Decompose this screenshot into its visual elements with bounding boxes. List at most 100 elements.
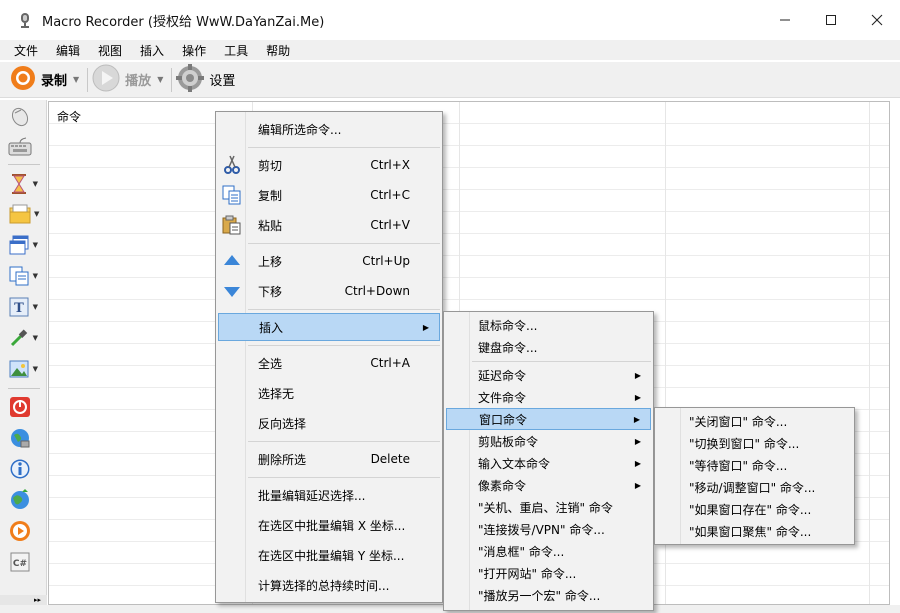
menu-item-batch-edit-y[interactable]: 在选区中批量编辑 Y 坐标... xyxy=(218,541,440,569)
menu-item-label: 批量编辑延迟选择... xyxy=(258,488,366,503)
grid-column-line xyxy=(869,102,870,604)
close-button[interactable] xyxy=(854,0,900,40)
window-icon xyxy=(8,233,31,257)
submenu-item-pixel[interactable]: 像素命令 ▶ xyxy=(446,474,651,496)
tool-clipboard[interactable]: ▼ xyxy=(8,262,38,290)
menu-item-batch-edit-delay[interactable]: 批量编辑延迟选择... xyxy=(218,481,440,509)
tool-csharp[interactable]: C# xyxy=(8,548,38,576)
submenu-item-if-window-exists[interactable]: "如果窗口存在" 命令... xyxy=(657,498,852,520)
submenu-item-messagebox[interactable]: "消息框" 命令... xyxy=(446,540,651,562)
tool-mouse[interactable] xyxy=(8,102,38,130)
submenu-item-switch-window[interactable]: "切换到窗口" 命令... xyxy=(657,432,852,454)
submenu-item-input-text[interactable]: 输入文本命令 ▶ xyxy=(446,452,651,474)
menu-file[interactable]: 文件 xyxy=(14,42,38,59)
submenu-item-file[interactable]: 文件命令 ▶ xyxy=(446,386,651,408)
submenu-arrow-icon: ▶ xyxy=(634,436,641,446)
menu-item-label: 计算选择的总持续时间... xyxy=(258,578,390,593)
submenu-item-clipboard[interactable]: 剪贴板命令 ▶ xyxy=(446,430,651,452)
menu-item-label: 插入 xyxy=(259,320,284,335)
menu-insert[interactable]: 插入 xyxy=(140,42,164,59)
menu-item-total-duration[interactable]: 计算选择的总持续时间... xyxy=(218,571,440,599)
menu-view[interactable]: 视图 xyxy=(98,42,122,59)
dropdown-arrow-icon: ▼ xyxy=(32,180,38,188)
submenu-item-delay[interactable]: 延迟命令 ▶ xyxy=(446,364,651,386)
tool-text[interactable]: T ▼ xyxy=(8,293,38,321)
submenu-item-label: 像素命令 xyxy=(478,478,527,493)
menu-item-select-all[interactable]: 全选 Ctrl+A xyxy=(218,349,440,377)
submenu-arrow-icon: ▶ xyxy=(422,322,429,332)
menu-item-shortcut: Ctrl+V xyxy=(370,218,410,232)
toolbar: 录制 ▼ 播放 ▼ 设置 xyxy=(0,62,900,98)
copy-icon xyxy=(221,184,243,206)
tool-play-macro[interactable] xyxy=(8,517,38,545)
submenu-item-label: "关机、重启、注销" 命令 xyxy=(478,500,613,515)
submenu-item-if-window-focused[interactable]: "如果窗口聚焦" 命令... xyxy=(657,520,852,542)
submenu-item-keyboard[interactable]: 键盘命令... xyxy=(446,336,651,358)
menu-item-label: 反向选择 xyxy=(258,416,307,431)
tool-dialup[interactable] xyxy=(8,424,38,452)
submenu-arrow-icon: ▶ xyxy=(634,458,641,468)
menu-edit[interactable]: 编辑 xyxy=(56,42,80,59)
record-label: 录制 xyxy=(41,74,68,89)
submenu-item-play-macro[interactable]: "播放另一个宏" 命令... xyxy=(446,584,651,606)
submenu-item-shutdown[interactable]: "关机、重启、注销" 命令 xyxy=(446,496,651,518)
maximize-button[interactable] xyxy=(808,0,854,40)
menu-action[interactable]: 操作 xyxy=(182,42,206,59)
submenu-item-close-window[interactable]: "关闭窗口" 命令... xyxy=(657,410,852,432)
tool-keyboard[interactable] xyxy=(8,133,38,161)
menu-item-move-down[interactable]: 下移 Ctrl+Down xyxy=(218,277,440,305)
paste-icon xyxy=(221,214,243,236)
menu-item-edit-selected[interactable]: 编辑所选命令... xyxy=(218,115,440,143)
submenu-item-mouse[interactable]: 鼠标命令... xyxy=(446,314,651,336)
menu-item-paste[interactable]: 粘贴 Ctrl+V xyxy=(218,211,440,239)
menu-item-label: 复制 xyxy=(258,188,283,203)
menu-help[interactable]: 帮助 xyxy=(266,42,290,59)
submenu-item-wait-window[interactable]: "等待窗口" 命令... xyxy=(657,454,852,476)
menu-item-insert[interactable]: 插入 ▶ xyxy=(218,313,440,341)
menu-item-invert-selection[interactable]: 反向选择 xyxy=(218,409,440,437)
menu-item-batch-edit-x[interactable]: 在选区中批量编辑 X 坐标... xyxy=(218,511,440,539)
menu-item-move-up[interactable]: 上移 Ctrl+Up xyxy=(218,247,440,275)
tool-image[interactable]: ▼ xyxy=(8,355,38,383)
submenu-item-open-website[interactable]: "打开网站" 命令... xyxy=(446,562,651,584)
command-toolbox: ▼ ▼ ▼ ▼ T ▼ ▼ ▼ C# ▸▸ xyxy=(0,100,47,605)
menu-item-delete-selected[interactable]: 删除所选 Delete xyxy=(218,445,440,473)
power-icon xyxy=(8,395,32,419)
menu-tools[interactable]: 工具 xyxy=(224,42,248,59)
menu-item-copy[interactable]: 复制 Ctrl+C xyxy=(218,181,440,209)
submenu-item-label: "消息框" 命令... xyxy=(478,544,565,559)
submenu-item-move-resize-window[interactable]: "移动/调整窗口" 命令... xyxy=(657,476,852,498)
menu-bar: 文件 编辑 视图 插入 操作 工具 帮助 xyxy=(0,40,900,60)
menu-item-select-none[interactable]: 选择无 xyxy=(218,379,440,407)
minimize-button[interactable] xyxy=(762,0,808,40)
svg-text:C#: C# xyxy=(13,559,27,569)
tool-pixel[interactable]: ▼ xyxy=(8,324,38,352)
dropdown-arrow-icon: ▼ xyxy=(34,210,40,218)
menu-item-label: 上移 xyxy=(258,254,283,269)
tool-messagebox[interactable] xyxy=(8,455,38,483)
hourglass-icon xyxy=(8,172,31,196)
toolbox-scroll-button[interactable]: ▸▸ xyxy=(0,595,47,605)
submenu-item-dialup[interactable]: "连接拨号/VPN" 命令... xyxy=(446,518,651,540)
menu-separator xyxy=(248,309,440,310)
menu-separator xyxy=(248,345,440,346)
dropdown-arrow-icon: ▼ xyxy=(32,365,38,373)
arrow-up-icon xyxy=(221,250,243,272)
settings-button[interactable]: 设置 xyxy=(176,64,235,95)
tool-file[interactable]: ▼ xyxy=(8,200,40,228)
tool-shutdown[interactable] xyxy=(8,393,38,421)
record-button[interactable]: 录制 xyxy=(10,65,67,95)
submenu-item-window[interactable]: 窗口命令 ▶ xyxy=(446,408,651,430)
play-dropdown-arrow[interactable]: ▼ xyxy=(157,75,163,84)
dropdown-arrow-icon: ▼ xyxy=(32,241,38,249)
tool-window[interactable]: ▼ xyxy=(8,231,38,259)
tool-website[interactable] xyxy=(8,486,38,514)
menu-item-cut[interactable]: 剪切 Ctrl+X xyxy=(218,151,440,179)
tool-delay[interactable]: ▼ xyxy=(8,170,38,198)
submenu-item-label: 输入文本命令 xyxy=(478,456,551,471)
record-dropdown-arrow[interactable]: ▼ xyxy=(73,75,79,84)
picture-icon xyxy=(8,357,31,381)
submenu-item-label: 文件命令 xyxy=(478,390,527,405)
menu-separator xyxy=(472,361,651,362)
play-button[interactable]: 播放 xyxy=(92,64,151,95)
